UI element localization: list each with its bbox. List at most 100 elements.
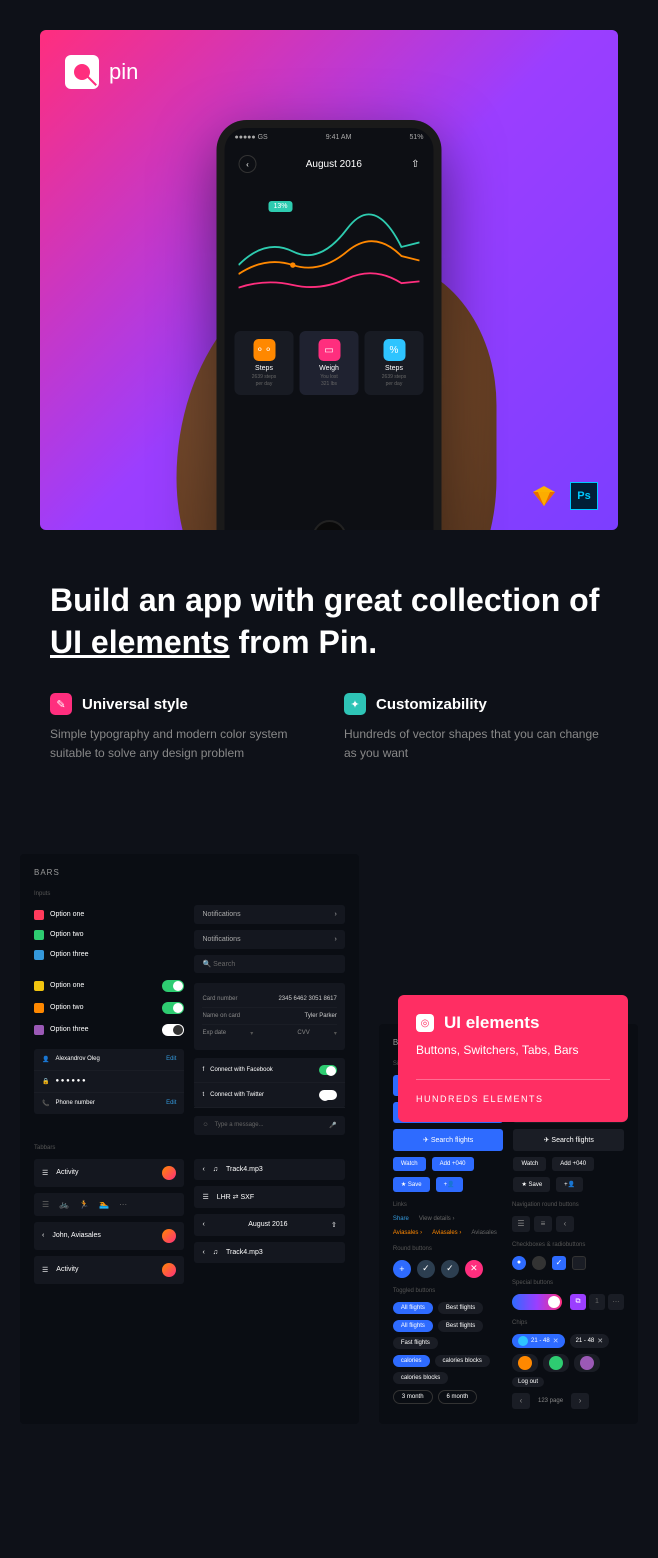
notification-bar[interactable]: Notifications›	[194, 905, 344, 924]
plus-circle-button[interactable]: +	[393, 1260, 411, 1278]
back-button[interactable]: ‹	[239, 155, 257, 173]
more-icon[interactable]: ⋯	[119, 1200, 127, 1209]
pill[interactable]: calories blocks	[435, 1355, 490, 1367]
notification-bar[interactable]: Notifications›	[194, 930, 344, 949]
option-toggle[interactable]: Option three	[34, 1019, 184, 1041]
add-user-button[interactable]: +👤	[436, 1177, 463, 1192]
chip-close-icon[interactable]: ✕	[597, 1337, 603, 1345]
toggle-switch[interactable]	[162, 1024, 184, 1036]
chip[interactable]: 21 - 48✕	[570, 1334, 610, 1348]
tab-1[interactable]: 1	[589, 1294, 605, 1310]
chevron-left-icon[interactable]: ‹	[202, 1221, 204, 1228]
activity-bar-2[interactable]: ☰Activity	[34, 1256, 184, 1284]
pill[interactable]: 6 month	[438, 1390, 478, 1404]
stepper-prev[interactable]: ‹	[512, 1393, 530, 1409]
tab-copy[interactable]: ⧉	[570, 1294, 586, 1310]
swim-icon[interactable]: 🏊	[99, 1200, 109, 1209]
option-row[interactable]: Option one	[34, 905, 184, 925]
option-toggle[interactable]: Option one	[34, 975, 184, 997]
activity-bar[interactable]: ☰Activity	[34, 1159, 184, 1187]
date-bar[interactable]: ‹August 2016⇧	[194, 1214, 344, 1236]
avatar-chip[interactable]	[543, 1354, 569, 1372]
stat-card-steps[interactable]: ⚬⚬ Steps 2639 steps per day	[235, 331, 294, 395]
checkbox-checked[interactable]: ✓	[552, 1256, 566, 1270]
search-input[interactable]: 🔍 Search	[194, 955, 344, 973]
chip[interactable]: 21 - 48✕	[512, 1334, 565, 1348]
pill[interactable]: calories	[393, 1355, 430, 1367]
breadcrumb-link[interactable]: Aviasales ›	[393, 1230, 422, 1236]
toggle-switch[interactable]	[319, 1065, 337, 1075]
search-flights-icon-button[interactable]: ✈ Search flights	[393, 1129, 504, 1151]
pill[interactable]: calories blocks	[393, 1372, 448, 1384]
view-details-link[interactable]: View details ›	[419, 1216, 455, 1222]
share-link[interactable]: Share	[393, 1216, 409, 1222]
emoji-icon[interactable]: ☺	[202, 1122, 208, 1128]
nav-back-button[interactable]: ‹	[556, 1216, 574, 1232]
stepper-next[interactable]: ›	[571, 1393, 589, 1409]
pill[interactable]: Fast flights	[393, 1337, 438, 1349]
breadcrumb-link[interactable]: Aviasales ›	[432, 1230, 461, 1236]
pill-best-flights[interactable]: Best flights	[438, 1302, 483, 1314]
track-bar[interactable]: ‹♫Track4.mp3	[194, 1159, 344, 1180]
share-icon[interactable]: ⇧	[331, 1221, 337, 1229]
edit-link[interactable]: Edit	[166, 1056, 176, 1062]
chevron-left-icon[interactable]: ‹	[202, 1166, 204, 1173]
option-row[interactable]: Option three	[34, 945, 184, 965]
save-button[interactable]: ★ Save	[393, 1177, 430, 1192]
person-bar[interactable]: ‹John, Aviasales	[34, 1222, 184, 1250]
option-row[interactable]: Option two	[34, 925, 184, 945]
stat-card-weigh[interactable]: ▭ Weigh You lost 321 lbs	[300, 331, 359, 395]
toggle-switch[interactable]	[162, 1002, 184, 1014]
mic-icon[interactable]: 🎤	[329, 1122, 336, 1129]
logout-chip[interactable]: Log out	[512, 1377, 544, 1387]
radio-checked[interactable]: ●	[512, 1256, 526, 1270]
menu-icon[interactable]: ☰	[42, 1200, 49, 1209]
close-circle-button[interactable]: ✕	[465, 1260, 483, 1278]
pill[interactable]: Best flights	[438, 1320, 483, 1332]
message-input[interactable]: ☺Type a message...🎤	[194, 1116, 344, 1135]
run-icon[interactable]: 🏃	[79, 1200, 89, 1209]
watch-button[interactable]: Watch	[393, 1157, 426, 1171]
connect-twitter[interactable]: tConnect with Twitter	[194, 1083, 344, 1108]
add-button-dark[interactable]: Add +040	[552, 1157, 594, 1171]
list-item[interactable]: 🔒● ● ● ● ● ●	[34, 1071, 184, 1093]
avatar[interactable]	[162, 1166, 176, 1180]
share-icon[interactable]: ⇧	[411, 159, 419, 170]
avatar[interactable]	[162, 1229, 176, 1243]
toggle-switch[interactable]	[162, 980, 184, 992]
route-bar[interactable]: ☰LHR ⇄ SXF	[194, 1186, 344, 1208]
edit-link[interactable]: Edit	[166, 1100, 176, 1106]
avatar[interactable]	[162, 1263, 176, 1277]
track-bar-2[interactable]: ‹♫Track4.mp3	[194, 1242, 344, 1263]
menu-icon[interactable]: ☰	[42, 1266, 48, 1274]
avatar-chip[interactable]	[512, 1354, 538, 1372]
list-item[interactable]: 👤Alexandrov OlegEdit	[34, 1049, 184, 1071]
checkbox-unchecked[interactable]	[572, 1256, 586, 1270]
toggle-switch[interactable]	[319, 1090, 337, 1100]
check-circle-button[interactable]: ✓	[441, 1260, 459, 1278]
chevron-left-icon[interactable]: ‹	[42, 1232, 44, 1239]
pill-all-flights[interactable]: All flights	[393, 1302, 433, 1314]
radio-unchecked[interactable]	[532, 1256, 546, 1270]
nav-menu-button[interactable]: ☰	[512, 1216, 530, 1232]
add-button[interactable]: Add +040	[432, 1157, 474, 1171]
list-item[interactable]: 📞Phone numberEdit	[34, 1093, 184, 1114]
watch-button-dark[interactable]: Watch	[513, 1157, 546, 1171]
menu-icon[interactable]: ☰	[42, 1169, 48, 1177]
add-user-button-dark[interactable]: +👤	[556, 1177, 583, 1192]
option-toggle[interactable]: Option two	[34, 997, 184, 1019]
check-circle-button[interactable]: ✓	[417, 1260, 435, 1278]
connect-facebook[interactable]: fConnect with Facebook	[194, 1058, 344, 1083]
save-button-dark[interactable]: ★ Save	[513, 1177, 550, 1192]
tab-dots[interactable]: ⋯	[608, 1294, 624, 1310]
gradient-slider[interactable]	[512, 1294, 562, 1310]
chevron-left-icon[interactable]: ‹	[202, 1249, 204, 1256]
menu-icon[interactable]: ☰	[202, 1193, 208, 1201]
bike-icon[interactable]: 🚲	[59, 1200, 69, 1209]
search-flights-icon-button-dark[interactable]: ✈ Search flights	[513, 1129, 624, 1151]
pill[interactable]: 3 month	[393, 1390, 433, 1404]
stat-card-steps-2[interactable]: % Steps 2639 steps per day	[365, 331, 424, 395]
chip-close-icon[interactable]: ✕	[553, 1337, 559, 1345]
pill[interactable]: All flights	[393, 1320, 433, 1332]
nav-list-button[interactable]: ≡	[534, 1216, 552, 1232]
